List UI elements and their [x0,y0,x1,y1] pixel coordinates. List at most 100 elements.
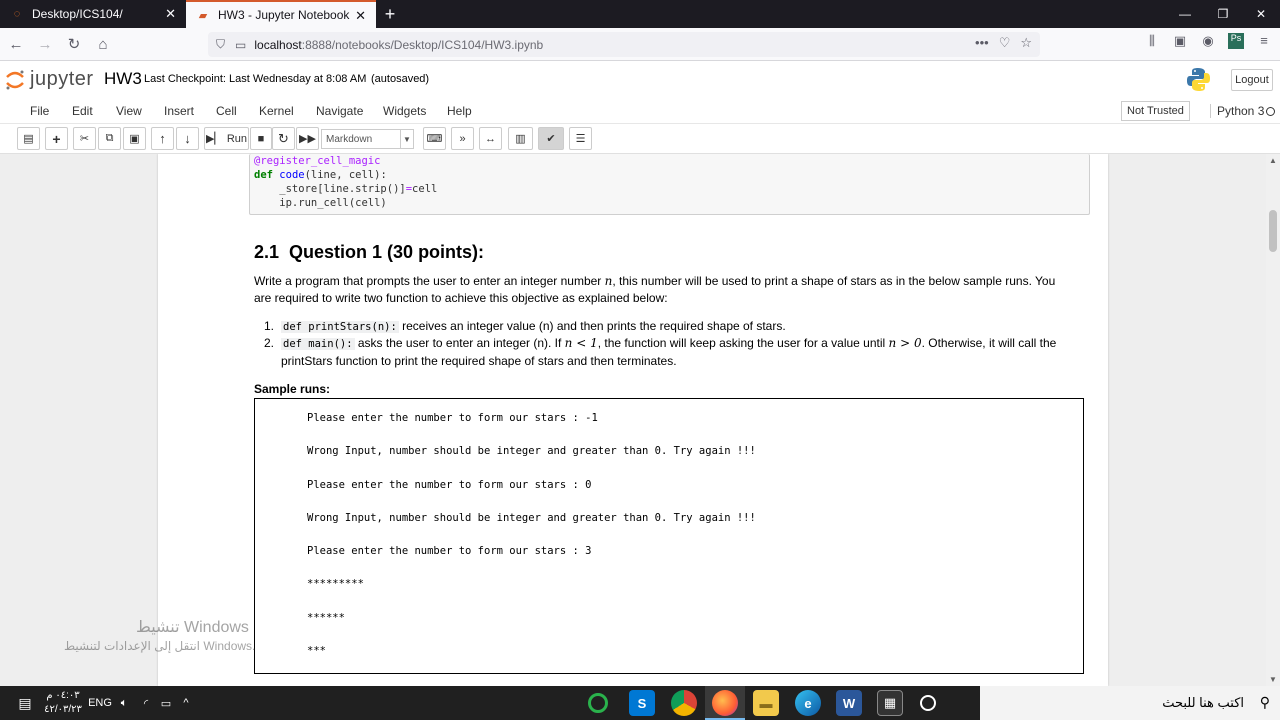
jupyter-logo-icon [6,70,24,89]
battery-icon[interactable]: ▭ [158,686,174,720]
list-icon[interactable]: ☰ [569,127,592,150]
minimize-icon[interactable]: — [1166,0,1204,28]
notifications-icon[interactable]: ▤ [12,686,38,720]
close-tab-icon[interactable]: ✕ [355,8,366,24]
sample-line: Please enter the number to form our star… [307,478,592,491]
new-tab-icon[interactable]: + [376,0,404,28]
skype-icon[interactable]: S [629,690,655,716]
paste-icon[interactable]: ▣ [123,127,146,150]
shield-icon[interactable]: ⛉ [216,37,225,52]
sidebar-icon[interactable]: ▣ [1172,33,1188,49]
menu-view[interactable]: View [116,104,142,118]
cortana-icon[interactable] [920,695,936,711]
tab-hw3-notebook[interactable]: ▰ HW3 - Jupyter Notebook ✕ [186,0,376,28]
menu-help[interactable]: Help [447,104,472,118]
jupyter-logo[interactable]: jupyter [4,68,94,91]
bookmark-star-icon[interactable]: ☆ [1020,35,1032,51]
library-icon[interactable]: ⫼ [1144,33,1160,49]
chrome-icon[interactable] [671,690,697,716]
reload-icon[interactable]: ↻ [61,31,87,57]
menu-file[interactable]: File [30,104,49,118]
home-icon[interactable]: ⌂ [90,31,116,57]
toolbar-right-icons: ⫼ ▣ ◉ Ps ≡ [1144,33,1272,49]
jupyter-wordmark: jupyter [30,68,94,90]
wifi-icon[interactable]: ◜ [138,686,154,720]
restart-run-all-icon[interactable]: ▶▶ [296,127,319,150]
keyboard-icon[interactable]: ⌨ [423,127,446,150]
window-controls: — ❐ ✕ [1166,0,1280,28]
forward-icon[interactable]: → [32,31,58,57]
sample-line: ********* [307,578,364,591]
autosave-status: (autosaved) [371,73,430,85]
chart-icon[interactable]: ▥ [508,127,533,150]
insert-cell-icon[interactable]: + [45,127,68,150]
sample-line: Wrong Input, number should be integer an… [307,511,756,524]
cut-icon[interactable]: ✂ [73,127,96,150]
edge-icon[interactable]: e [795,690,821,716]
logout-button[interactable]: Logout [1231,69,1273,91]
trust-indicator[interactable]: Not Trusted [1121,101,1190,121]
scroll-down-icon[interactable]: ▼ [1266,675,1280,684]
interrupt-icon[interactable]: ■ [250,127,272,150]
tray-chevron-up-icon[interactable]: ^ [178,686,194,720]
activation-watermark-title: تنشيط Windows [136,619,249,636]
section-heading: 2.1 Question 1 (30 points): [254,242,484,263]
kernel-idle-icon [1266,107,1275,116]
close-tab-icon[interactable]: ✕ [165,6,176,22]
tab-desktop-ics104[interactable]: ◌ Desktop/ICS104/ ✕ [0,0,186,28]
activation-watermark-text: انتقل إلى الإعدادات لتنشيط Windows. [64,639,256,653]
menu-insert[interactable]: Insert [164,104,194,118]
spellcheck-icon[interactable]: ✔ [538,127,564,150]
store-icon[interactable]: ▦ [877,690,903,716]
close-window-icon[interactable]: ✕ [1242,0,1280,28]
jupyter-header: jupyter HW3 Last Checkpoint: Last Wednes… [0,61,1280,99]
move-down-icon[interactable]: ↓ [176,127,199,150]
restart-icon[interactable]: ↻ [272,127,295,150]
word-icon[interactable]: W [836,690,862,716]
sample-line: Please enter the number to form our star… [307,412,598,424]
taskbar-clock[interactable]: ٠٤:٠٣ م ٤٢/٠٣/٢٣ [40,689,86,717]
scrollbar-thumb[interactable] [1269,210,1277,252]
notebook-name[interactable]: HW3 [104,69,142,89]
run-button[interactable]: ▶▏ Run [204,127,249,150]
sample-line: ****** [307,611,345,624]
volume-icon[interactable]: 🔈︎ [116,686,132,720]
account-icon[interactable]: ◉ [1200,33,1216,49]
code-cell[interactable]: @register_cell_magic def code(line, cell… [249,154,1090,215]
menu-widgets[interactable]: Widgets [383,104,426,118]
copy-icon[interactable]: ⧉ [98,127,121,150]
pocket-icon[interactable]: ♡ [999,35,1011,51]
firefox-icon[interactable] [712,690,738,716]
url-bar[interactable]: ⛉ ▭ localhost:8888/notebooks/Desktop/ICS… [208,32,1040,57]
menu-navigate[interactable]: Navigate [316,104,363,118]
menu-edit[interactable]: Edit [72,104,93,118]
menu-icon[interactable]: ≡ [1256,33,1272,49]
move-up-icon[interactable]: ↑ [151,127,174,150]
jupyter-favicon-icon: ◌ [13,8,21,20]
expand-horizontal-icon[interactable]: ↔ [479,127,502,150]
menu-kernel[interactable]: Kernel [259,104,294,118]
restore-icon[interactable]: ❐ [1204,0,1242,28]
loading-app-icon[interactable] [588,693,608,713]
sample-output-box: Please enter the number to form our star… [254,398,1084,674]
collapse-icon[interactable]: » [451,127,474,150]
page-actions-icon[interactable]: ••• [975,35,989,51]
scroll-up-icon[interactable]: ▲ [1266,156,1280,165]
file-explorer-icon[interactable]: ▬ [753,690,779,716]
kernel-name: Python 3 [1210,104,1264,118]
heading-text: Question 1 (30 points): [289,242,485,262]
save-icon[interactable]: ▤ [17,127,40,150]
cell-type-select[interactable]: Markdown ▼ [321,129,414,149]
browser-nav-bar: ← → ↻ ⌂ ⛉ ▭ localhost:8888/notebooks/Des… [0,28,1280,61]
extension-icon[interactable]: Ps [1228,33,1244,49]
back-icon[interactable]: ← [3,31,29,57]
windows-taskbar: ▤ ٠٤:٠٣ م ٤٢/٠٣/٢٣ ENG 🔈︎ ◜ ▭ ^ S ▬ e W … [0,686,1280,720]
page-info-icon[interactable]: ▭ [235,38,246,52]
language-indicator[interactable]: ENG [88,686,112,720]
url-host: localhost [254,37,302,52]
menu-cell[interactable]: Cell [216,104,237,118]
tab-title: HW3 - Jupyter Notebook [218,8,350,22]
vertical-scrollbar[interactable]: ▲ ▼ [1266,154,1280,686]
notebook-area: @register_cell_magic def code(line, cell… [0,154,1266,686]
taskbar-search-box[interactable]: اكتب هنا للبحث ⚲ [980,686,1280,720]
